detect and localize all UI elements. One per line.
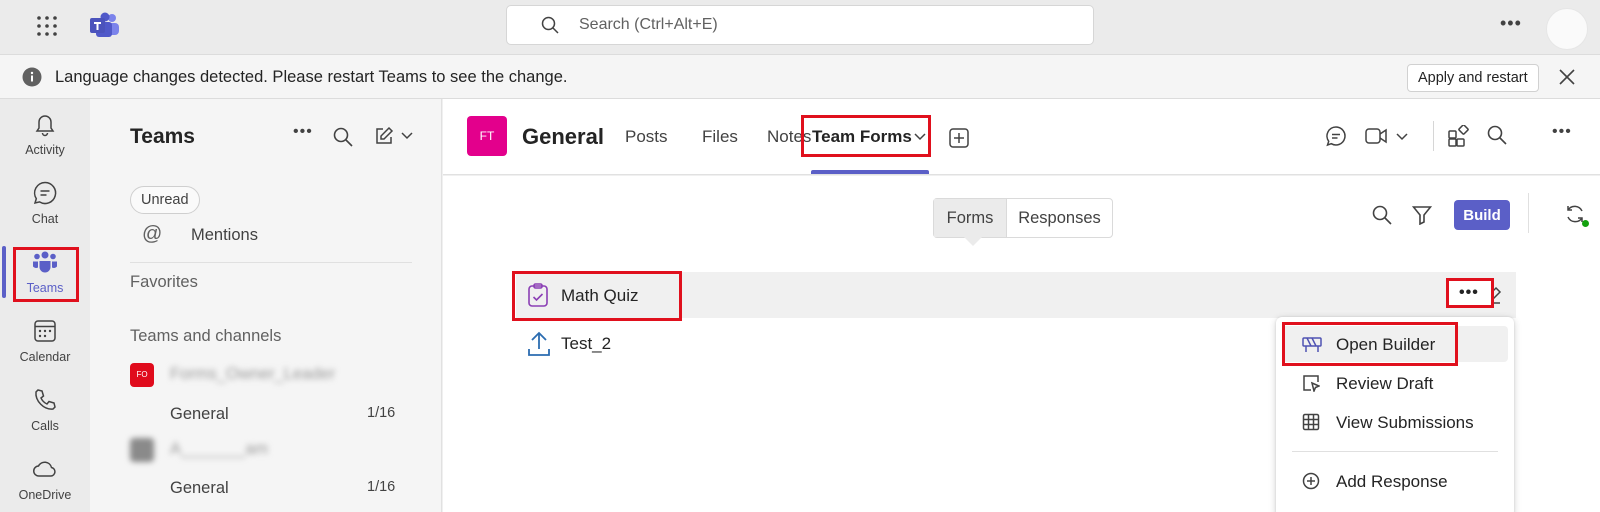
forms-responses-toggle: Forms Responses — [933, 198, 1113, 238]
panel-title: Teams — [130, 125, 195, 148]
notification-message: Language changes detected. Please restar… — [55, 68, 568, 86]
team-item[interactable]: A_______am — [130, 436, 430, 466]
phone-icon — [32, 387, 58, 413]
segment-forms[interactable]: Forms — [934, 199, 1006, 237]
channel-header: FT General Posts Files Notes Team Forms … — [443, 99, 1600, 175]
segment-responses[interactable]: Responses — [1006, 199, 1112, 237]
build-button[interactable]: Build — [1454, 200, 1510, 230]
menu-label: View Submissions — [1336, 413, 1474, 432]
filter-icon[interactable] — [1412, 205, 1432, 225]
divider — [1292, 451, 1498, 452]
app-launcher-icon[interactable] — [36, 15, 58, 37]
chevron-down-icon[interactable] — [401, 132, 413, 140]
math-quiz-highlight-box — [512, 271, 682, 321]
menu-label: Add Response — [1336, 472, 1448, 491]
divider — [1433, 121, 1434, 151]
teams-panel: Teams ••• Unread @ Mentions Favorites Te… — [90, 99, 442, 512]
tab-posts[interactable]: Posts — [625, 127, 668, 147]
divider — [130, 262, 412, 263]
channel-count: 1/16 — [367, 405, 396, 421]
rail-label: Activity — [25, 143, 65, 157]
add-tab-icon[interactable] — [949, 128, 969, 148]
search-input[interactable] — [579, 6, 1079, 44]
tab-files[interactable]: Files — [702, 127, 738, 147]
open-builder-highlight-box — [1282, 322, 1458, 366]
conversation-icon[interactable] — [1325, 125, 1347, 147]
at-icon: @ — [142, 223, 163, 245]
search-icon — [541, 16, 559, 34]
active-tab-indicator — [811, 170, 929, 174]
more-options-icon[interactable]: ••• — [293, 123, 313, 141]
team-forms-highlight-box — [801, 115, 931, 157]
close-icon[interactable] — [1558, 68, 1576, 86]
table-icon — [1302, 413, 1320, 431]
search-icon[interactable] — [1487, 125, 1507, 145]
add-circle-icon — [1302, 472, 1320, 490]
cloud-icon — [32, 456, 58, 482]
more-options-icon[interactable]: ••• — [1500, 13, 1522, 34]
rail-label: Chat — [31, 212, 59, 226]
team-avatar: FO — [130, 363, 154, 387]
channel-item[interactable]: General 1/16 — [170, 405, 420, 424]
rail-item-calls[interactable]: Calls — [8, 379, 82, 443]
unread-filter-chip[interactable]: Unread — [130, 186, 200, 214]
team-item[interactable]: FO Forms_Owner_Leader — [130, 361, 430, 391]
mentions-item[interactable]: Mentions — [191, 226, 258, 245]
review-icon — [1302, 374, 1320, 392]
title-bar: ••• — [0, 0, 1600, 54]
bell-icon — [32, 111, 58, 137]
rail-item-activity[interactable]: Activity — [8, 103, 82, 167]
app-rail: Activity Chat Teams Calendar Calls OneDr… — [0, 99, 90, 512]
apps-icon[interactable] — [1447, 125, 1469, 147]
search-icon[interactable] — [333, 127, 353, 147]
rail-item-chat[interactable]: Chat — [8, 172, 82, 236]
apply-and-restart-button[interactable]: Apply and restart — [1407, 64, 1539, 92]
status-dot — [1582, 220, 1589, 227]
more-options-icon: ••• — [1459, 284, 1479, 301]
menu-label: Review Draft — [1336, 374, 1434, 393]
teams-and-channels-label[interactable]: Teams and channels — [130, 327, 281, 346]
search-box[interactable] — [506, 5, 1094, 45]
rail-label: Calendar — [19, 350, 71, 364]
notification-bar: Language changes detected. Please restar… — [0, 54, 1600, 99]
rail-item-calendar[interactable]: Calendar — [8, 310, 82, 374]
channel-count: 1/16 — [367, 479, 396, 495]
channel-item[interactable]: General 1/16 — [170, 479, 420, 498]
menu-item-view-submissions[interactable]: View Submissions — [1282, 404, 1508, 440]
teams-logo-icon — [90, 12, 120, 38]
calendar-icon — [32, 318, 58, 344]
team-name: Forms_Owner_Leader — [170, 365, 336, 383]
chevron-down-icon[interactable] — [1396, 133, 1408, 141]
form-name: Test_2 — [561, 334, 612, 353]
teams-highlight-box — [13, 247, 79, 302]
rail-active-indicator — [2, 246, 6, 298]
favorites-label[interactable]: Favorites — [130, 273, 198, 292]
video-call-icon[interactable] — [1365, 127, 1387, 145]
divider — [1528, 193, 1529, 233]
team-name: A_______am — [170, 440, 269, 458]
channel-name: General — [170, 479, 229, 497]
menu-item-review-draft[interactable]: Review Draft — [1282, 365, 1508, 401]
upload-icon — [527, 331, 551, 357]
menu-item-add-response[interactable]: Add Response — [1282, 463, 1508, 499]
channel-name: General — [170, 405, 229, 423]
compose-icon[interactable] — [374, 126, 394, 146]
rail-label: OneDrive — [18, 488, 72, 502]
team-avatar — [130, 438, 154, 462]
channel-avatar: FT — [467, 116, 507, 156]
more-options-icon[interactable]: ••• — [1552, 123, 1572, 141]
channel-title: General — [522, 124, 604, 149]
rail-label: Calls — [31, 419, 59, 433]
chat-icon — [32, 180, 58, 206]
form-row-test-2[interactable]: Test_2 — [516, 320, 1016, 364]
segment-caret — [964, 237, 982, 246]
row-more-options-button[interactable]: ••• — [1446, 278, 1494, 308]
avatar[interactable] — [1546, 8, 1588, 50]
rail-item-onedrive[interactable]: OneDrive — [8, 448, 82, 512]
info-icon — [22, 67, 42, 87]
search-icon[interactable] — [1372, 205, 1392, 225]
